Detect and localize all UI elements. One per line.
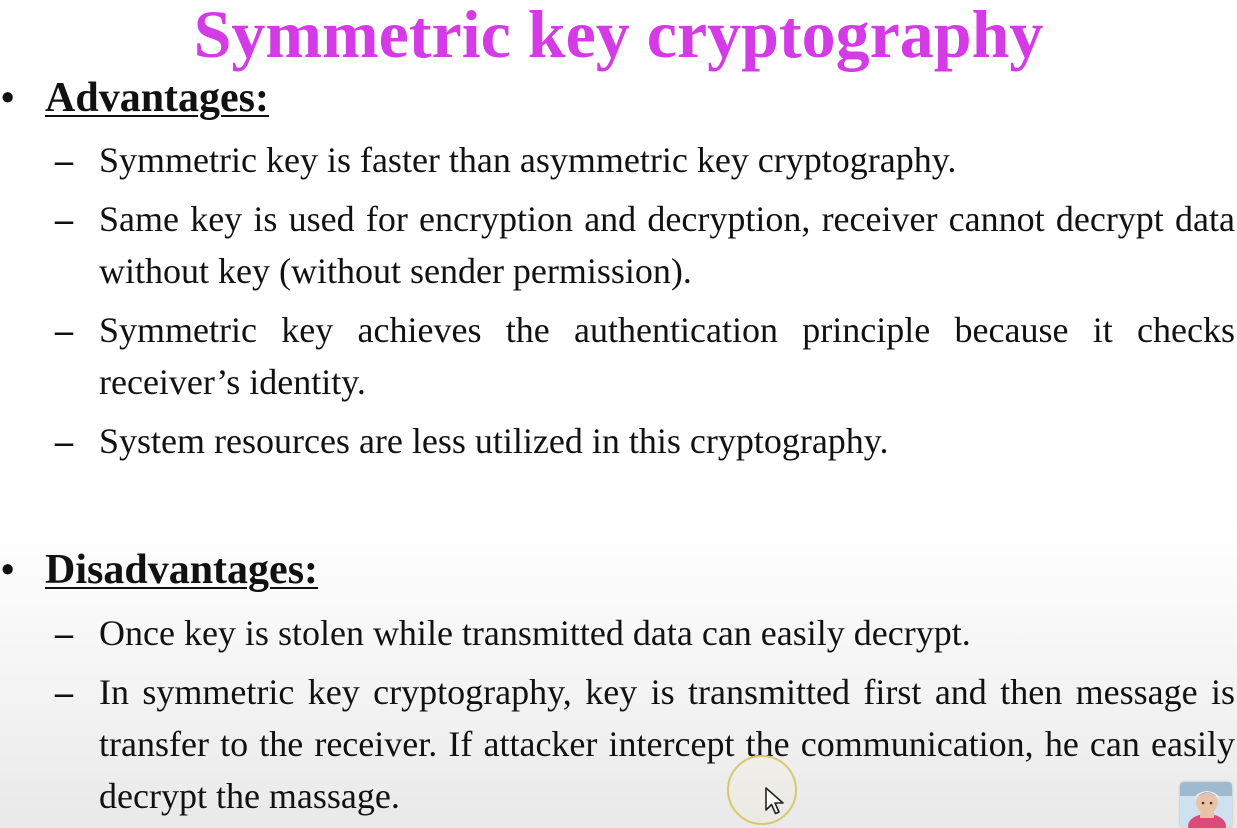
- dash-icon: –: [55, 672, 73, 712]
- advantage-text: Symmetric key achieves the authenticatio…: [99, 310, 1235, 402]
- advantage-item: – Symmetric key is faster than asymmetri…: [0, 134, 1237, 186]
- disadvantages-list: – Once key is stolen while transmitted d…: [0, 607, 1237, 828]
- advantage-text: System resources are less utilized in th…: [99, 421, 889, 461]
- presenter-avatar: [1180, 782, 1232, 828]
- dash-icon: –: [55, 421, 73, 461]
- disadvantage-text: In symmetric key cryptography, key is tr…: [99, 672, 1235, 816]
- cursor-highlight-ring: [727, 755, 797, 825]
- presenter-avatar-image: [1180, 782, 1232, 828]
- disadvantage-item: – Once key is stolen while transmitted d…: [0, 607, 1237, 659]
- slide: Symmetric key cryptography • Advantages:…: [0, 0, 1237, 828]
- slide-title: Symmetric key cryptography: [193, 0, 1044, 72]
- advantages-heading-row: • Advantages:: [0, 73, 269, 123]
- advantages-heading: Advantages:: [45, 75, 270, 121]
- dash-icon: –: [55, 140, 73, 180]
- disadvantages-heading-row: • Disadvantages:: [0, 545, 318, 595]
- disadvantages-heading: Disadvantages:: [45, 547, 319, 593]
- advantage-text: Same key is used for encryption and decr…: [99, 199, 1235, 291]
- advantage-item: – Same key is used for encryption and de…: [0, 193, 1237, 297]
- dash-icon: –: [55, 199, 73, 239]
- disadvantage-item: – In symmetric key cryptography, key is …: [0, 666, 1237, 822]
- advantages-list: – Symmetric key is faster than asymmetri…: [0, 134, 1237, 474]
- advantage-text: Symmetric key is faster than asymmetric …: [99, 140, 957, 180]
- advantage-item: – Symmetric key achieves the authenticat…: [0, 304, 1237, 408]
- dash-icon: –: [55, 310, 73, 350]
- mouse-pointer-icon: [765, 787, 784, 815]
- dash-icon: –: [55, 613, 73, 653]
- disadvantage-text: Once key is stolen while transmitted dat…: [99, 613, 971, 653]
- bullet-icon: •: [1, 549, 15, 591]
- bullet-icon: •: [1, 77, 15, 119]
- advantage-item: – System resources are less utilized in …: [0, 415, 1237, 467]
